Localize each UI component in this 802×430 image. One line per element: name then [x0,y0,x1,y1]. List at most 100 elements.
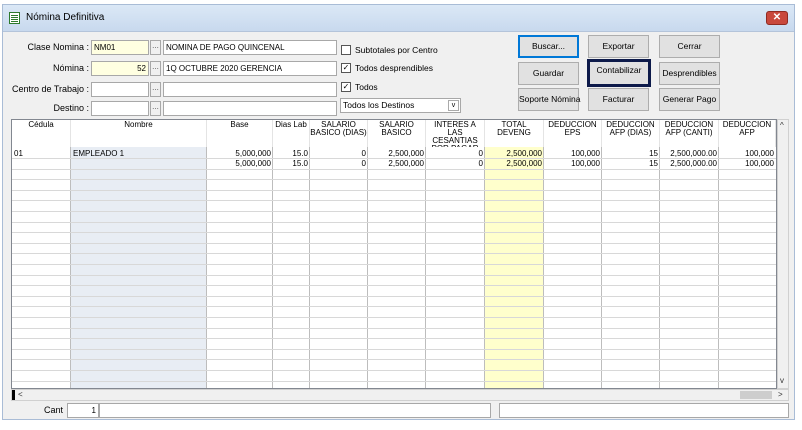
destino-lookup-button[interactable]: ... [150,101,161,116]
cant-field[interactable]: 1 [67,403,99,418]
facturar-button[interactable]: Facturar [588,88,649,111]
status-field-left [99,403,491,418]
check-icon: ✓ [341,82,351,92]
scroll-up-icon[interactable]: ^ [780,121,784,131]
grid-column [660,147,719,388]
grid-row-line [12,169,776,170]
table-cell[interactable]: 5,000,000 [207,149,271,159]
column-header-dias-lab[interactable]: Dias Lab [273,120,310,147]
scroll-thumb[interactable] [740,391,772,399]
scroll-left-icon[interactable]: < [18,390,23,400]
grid-column [310,147,368,388]
clase-nomina-field[interactable]: NM01 [91,40,149,55]
table-cell[interactable] [14,159,69,169]
buscar-button[interactable]: Buscar... [518,35,579,58]
grid-row-line [12,328,776,329]
grid-column [426,147,485,388]
exportar-button[interactable]: Exportar [588,35,649,58]
table-cell[interactable]: 2,500,000 [485,159,542,169]
grid-column [207,147,273,388]
table-cell[interactable]: 5,000,000 [207,159,271,169]
grid-row-line [12,264,776,265]
cerrar-button[interactable]: Cerrar [659,35,720,58]
grid-row-line [12,275,776,276]
clase-nomina-description: NOMINA DE PAGO QUINCENAL [163,40,337,55]
table-cell[interactable] [73,159,205,169]
grid-row-line [12,232,776,233]
clase-nomina-label: Clase Nomina : [27,42,89,52]
grid-row-line [12,381,776,382]
todos-checkbox[interactable]: ✓ Todos [341,80,378,94]
column-header-base[interactable]: Base [207,120,273,147]
grid-row-line [12,285,776,286]
generar-pago-button[interactable]: Generar Pago [659,88,720,111]
destinos-select-value: Todos los Destinos [343,100,415,110]
destino-description [163,101,337,116]
table-cell[interactable]: 2,500,000 [368,159,424,169]
column-header-deduccion-afp[interactable]: DEDUCCION AFP [719,120,776,147]
nomina-label: Nómina : [52,63,89,73]
soporte-nomina-button[interactable]: Soporte Nómina [518,88,580,111]
centro-trabajo-description [163,82,337,97]
grid-row-line [12,222,776,223]
contabilizar-button[interactable]: Contabilizar [587,59,651,87]
grid-column [602,147,660,388]
scroll-right-icon[interactable]: > [778,390,783,400]
table-cell[interactable]: 100,000 [544,149,600,159]
clase-nomina-lookup-button[interactable]: ... [150,40,161,55]
vertical-scrollbar[interactable]: ^ v [777,119,789,389]
grid-column [368,147,426,388]
table-cell[interactable]: 100,000 [719,149,774,159]
grid-column [544,147,602,388]
table-cell[interactable]: 100,000 [719,159,774,169]
desprendibles-button[interactable]: Desprendibles [659,62,720,85]
column-header-salario-basico-dias[interactable]: SALARIO BASICO (DIAS) [310,120,368,147]
chevron-down-icon[interactable]: v [448,100,459,111]
column-header-deduccion-afp-canti[interactable]: DEDUCCION AFP (CANTI) [660,120,719,147]
column-header-total-deveng[interactable]: TOTAL DEVENG [485,120,544,147]
column-header-nombre[interactable]: Nombre [71,120,207,147]
column-header-salario-basico[interactable]: SALARIO BASICO [368,120,426,147]
payroll-grid[interactable]: Cédula Nombre Base Dias Lab SALARIO BASI… [11,119,777,389]
destinos-select[interactable]: Todos los Destinos v [340,98,461,113]
grid-row-line [12,211,776,212]
check-icon: ✓ [341,63,351,73]
column-header-interes-cesantias[interactable]: INTERES A LAS CESANTIAS POR PAGAR [426,120,485,147]
table-cell[interactable]: 15.0 [273,149,308,159]
desprendibles-checkbox[interactable]: ✓ Todos desprendibles [341,61,433,75]
grid-row-line [12,306,776,307]
table-cell[interactable]: 2,500,000 [368,149,424,159]
subtotales-checkbox[interactable]: Subtotales por Centro [341,43,438,57]
horizontal-scrollbar[interactable]: < > [11,389,789,401]
table-cell[interactable]: 15 [602,149,658,159]
table-cell[interactable]: 15 [602,159,658,169]
column-header-cedula[interactable]: Cédula [12,120,71,147]
grid-row-line [12,317,776,318]
nomina-lookup-button[interactable]: ... [150,61,161,76]
centro-trabajo-field[interactable] [91,82,149,97]
column-header-deduccion-eps[interactable]: DEDUCCION EPS [544,120,602,147]
table-cell[interactable]: 100,000 [544,159,600,169]
table-cell[interactable]: EMPLEADO 1 [73,149,205,159]
scroll-down-icon[interactable]: v [780,376,784,386]
grid-row-line [12,349,776,350]
table-cell[interactable]: 0 [426,149,483,159]
column-header-deduccion-afp-dias[interactable]: DEDUCCION AFP (DIAS) [602,120,660,147]
table-cell[interactable]: 0 [426,159,483,169]
grid-column [273,147,310,388]
close-button[interactable]: ✕ [766,11,788,25]
table-cell[interactable]: 2,500,000 [485,149,542,159]
table-cell[interactable]: 0 [310,159,366,169]
grid-row-line [12,359,776,360]
nomina-description: 1Q OCTUBRE 2020 GERENCIA [163,61,337,76]
table-cell[interactable]: 2,500,000.00 [660,159,717,169]
destino-field[interactable] [91,101,149,116]
centro-trabajo-lookup-button[interactable]: ... [150,82,161,97]
nomina-field[interactable]: 52 [91,61,149,76]
table-cell[interactable]: 01 [14,149,69,159]
table-cell[interactable]: 15.0 [273,159,308,169]
table-cell[interactable]: 2,500,000.00 [660,149,717,159]
grid-row-line [12,370,776,371]
guardar-button[interactable]: Guardar [518,62,579,85]
table-cell[interactable]: 0 [310,149,366,159]
